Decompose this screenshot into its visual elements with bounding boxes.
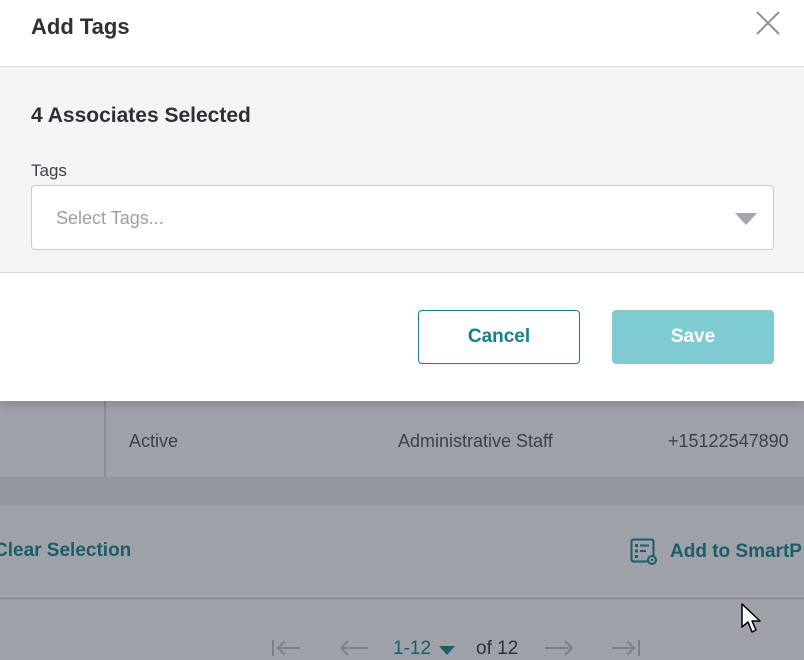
pagination: 1-12 of 12 bbox=[0, 600, 804, 660]
bulk-actions-bar: Clear Selection Add to SmartP bbox=[0, 505, 804, 599]
role-cell: Administrative Staff bbox=[398, 431, 553, 451]
prev-page-icon[interactable] bbox=[338, 636, 370, 660]
tags-label: Tags bbox=[31, 161, 67, 180]
tags-select[interactable]: Select Tags... bbox=[31, 185, 774, 250]
phone-cell: +15122547890 bbox=[668, 431, 789, 451]
next-page-icon[interactable] bbox=[543, 636, 575, 660]
add-to-smart-label: Add to SmartP bbox=[670, 541, 802, 562]
save-button[interactable]: Save bbox=[612, 310, 774, 364]
page-total: of 12 bbox=[476, 638, 519, 659]
page-range-dropdown[interactable]: 1-12 bbox=[393, 638, 456, 660]
mouse-cursor-icon bbox=[741, 603, 763, 635]
tags-placeholder: Select Tags... bbox=[56, 208, 164, 228]
modal-header: Add Tags bbox=[0, 0, 804, 67]
close-icon[interactable] bbox=[754, 9, 782, 37]
row-select-cell bbox=[0, 401, 106, 477]
selected-count: 4 Associates Selected bbox=[31, 104, 251, 127]
modal-title: Add Tags bbox=[31, 14, 130, 39]
chevron-down-icon bbox=[735, 213, 757, 225]
last-page-icon[interactable] bbox=[610, 636, 642, 660]
list-settings-icon bbox=[630, 538, 658, 566]
first-page-icon[interactable] bbox=[270, 636, 302, 660]
cancel-button[interactable]: Cancel bbox=[418, 310, 580, 364]
modal-body: 4 Associates Selected Tags Select Tags..… bbox=[0, 67, 804, 273]
status-cell: Active bbox=[129, 431, 179, 451]
clear-selection-link[interactable]: Clear Selection bbox=[0, 540, 131, 562]
page-range-label: 1-12 bbox=[393, 638, 432, 659]
add-to-smart-button[interactable]: Add to SmartP bbox=[630, 538, 802, 566]
chevron-down-icon bbox=[439, 645, 456, 655]
table-spacer bbox=[0, 477, 804, 505]
add-tags-modal: Add Tags 4 Associates Selected Tags Sele… bbox=[0, 0, 804, 401]
table-row: Active Administrative Staff +15122547890 bbox=[0, 401, 804, 477]
